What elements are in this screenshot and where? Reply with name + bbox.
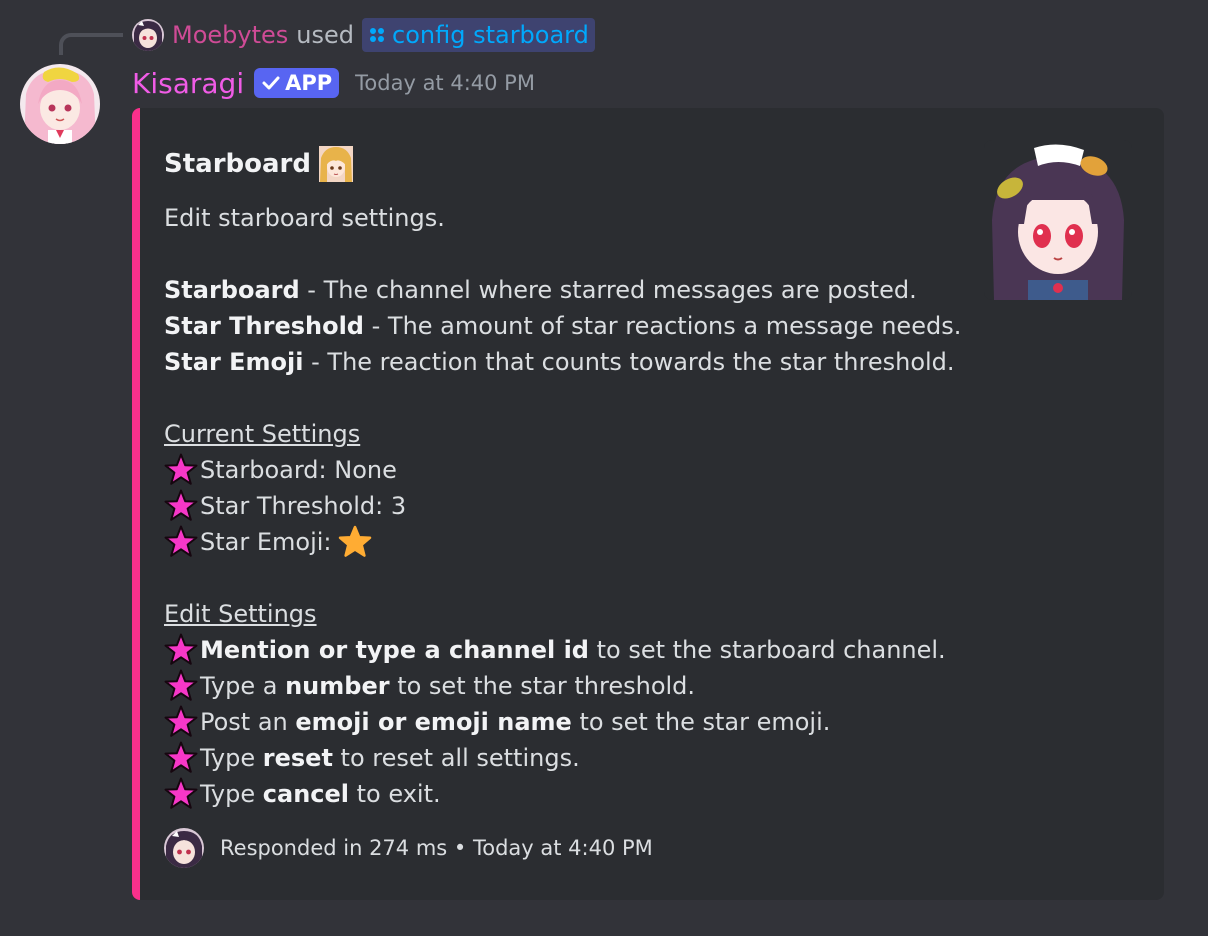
pink-star-icon	[164, 633, 198, 667]
pink-star-icon	[164, 705, 198, 739]
instruction-bold: reset	[262, 744, 333, 772]
app-badge-label: APP	[285, 71, 333, 95]
instruction-bold: emoji or emoji name	[295, 708, 572, 736]
footer-avatar-icon	[164, 828, 204, 868]
edit-instruction: Post an emoji or emoji name to set the s…	[164, 704, 964, 740]
definition-text: - The reaction that counts towards the s…	[303, 348, 955, 376]
embed-intro: Edit starboard settings.	[164, 204, 445, 232]
current-setting-text: Star Emoji:	[200, 528, 332, 556]
instruction-post: to set the starboard channel.	[588, 636, 946, 664]
embed-footer-text: Responded in 274 ms • Today at 4:40 PM	[220, 836, 653, 860]
reply-connector	[59, 33, 123, 55]
current-setting-emoji: Star Emoji:	[164, 524, 964, 560]
embed-title: Starboard	[164, 146, 353, 182]
instruction-bold: Mention or type a channel id	[200, 636, 589, 664]
definition-term: Starboard	[164, 276, 300, 304]
current-setting-threshold: Star Threshold: 3	[164, 488, 964, 524]
pink-star-icon	[164, 669, 198, 703]
instruction-post: to set the star threshold.	[389, 672, 696, 700]
instruction-pre: Post an	[200, 708, 296, 736]
author-name[interactable]: Kisaragi	[132, 67, 244, 100]
current-setting-text: Starboard: None	[200, 456, 397, 484]
definition-text: - The amount of star reactions a message…	[363, 312, 962, 340]
slash-command-mention[interactable]: config starboard	[362, 18, 595, 52]
edit-instruction: Type cancel to exit.	[164, 776, 964, 812]
embed-accent-bar	[132, 108, 140, 900]
instruction-post: to exit.	[349, 780, 441, 808]
definition-term: Star Emoji	[164, 348, 304, 376]
star-emoji-icon	[338, 525, 372, 559]
instruction-pre: Type	[200, 780, 263, 808]
definition-starboard: Starboard - The channel where starred me…	[164, 272, 964, 308]
command-usage-line: Moebytes used config starboard	[132, 16, 595, 54]
message-timestamp[interactable]: Today at 4:40 PM	[355, 71, 535, 95]
edit-instruction: Type a number to set the star threshold.	[164, 668, 964, 704]
instruction-post: to set the star emoji.	[571, 708, 831, 736]
reply-used-text: used	[296, 21, 354, 49]
user-avatar-icon[interactable]	[132, 19, 164, 51]
embed-thumbnail[interactable]	[984, 140, 1132, 300]
instruction-post: to reset all settings.	[332, 744, 580, 772]
app-badge: APP	[254, 68, 340, 98]
embed-footer: Responded in 274 ms • Today at 4:40 PM	[164, 828, 653, 868]
definition-term: Star Threshold	[164, 312, 364, 340]
pink-star-icon	[164, 777, 198, 811]
instruction-pre: Type a	[200, 672, 286, 700]
definition-text: - The channel where starred messages are…	[299, 276, 917, 304]
pink-star-icon	[164, 453, 198, 487]
pink-star-icon	[164, 525, 198, 559]
embed: Starboard Edit starboard settings. Starb…	[132, 108, 1164, 900]
edit-instruction: Type reset to reset all settings.	[164, 740, 964, 776]
definition-star-threshold: Star Threshold - The amount of star reac…	[164, 308, 964, 344]
command-name: config starboard	[392, 21, 589, 49]
checkmark-icon	[261, 73, 281, 93]
embed-title-text: Starboard	[164, 149, 311, 179]
reply-username[interactable]: Moebytes	[172, 21, 288, 49]
definition-star-emoji: Star Emoji - The reaction that counts to…	[164, 344, 964, 380]
anime-emoji-icon	[318, 146, 353, 182]
embed-description: Edit starboard settings. Starboard - The…	[164, 200, 964, 812]
pink-star-icon	[164, 741, 198, 775]
edit-instruction: Mention or type a channel id to set the …	[164, 632, 964, 668]
edit-settings-heading: Edit Settings	[164, 600, 317, 628]
pink-star-icon	[164, 489, 198, 523]
instruction-bold: cancel	[262, 780, 350, 808]
instruction-bold: number	[285, 672, 390, 700]
current-settings-heading: Current Settings	[164, 420, 361, 448]
current-setting-starboard: Starboard: None	[164, 452, 964, 488]
message-header: Kisaragi APP Today at 4:40 PM	[132, 64, 535, 102]
current-setting-text: Star Threshold: 3	[200, 492, 407, 520]
instruction-pre: Type	[200, 744, 263, 772]
author-avatar[interactable]	[20, 64, 100, 144]
slash-command-icon	[368, 26, 386, 44]
